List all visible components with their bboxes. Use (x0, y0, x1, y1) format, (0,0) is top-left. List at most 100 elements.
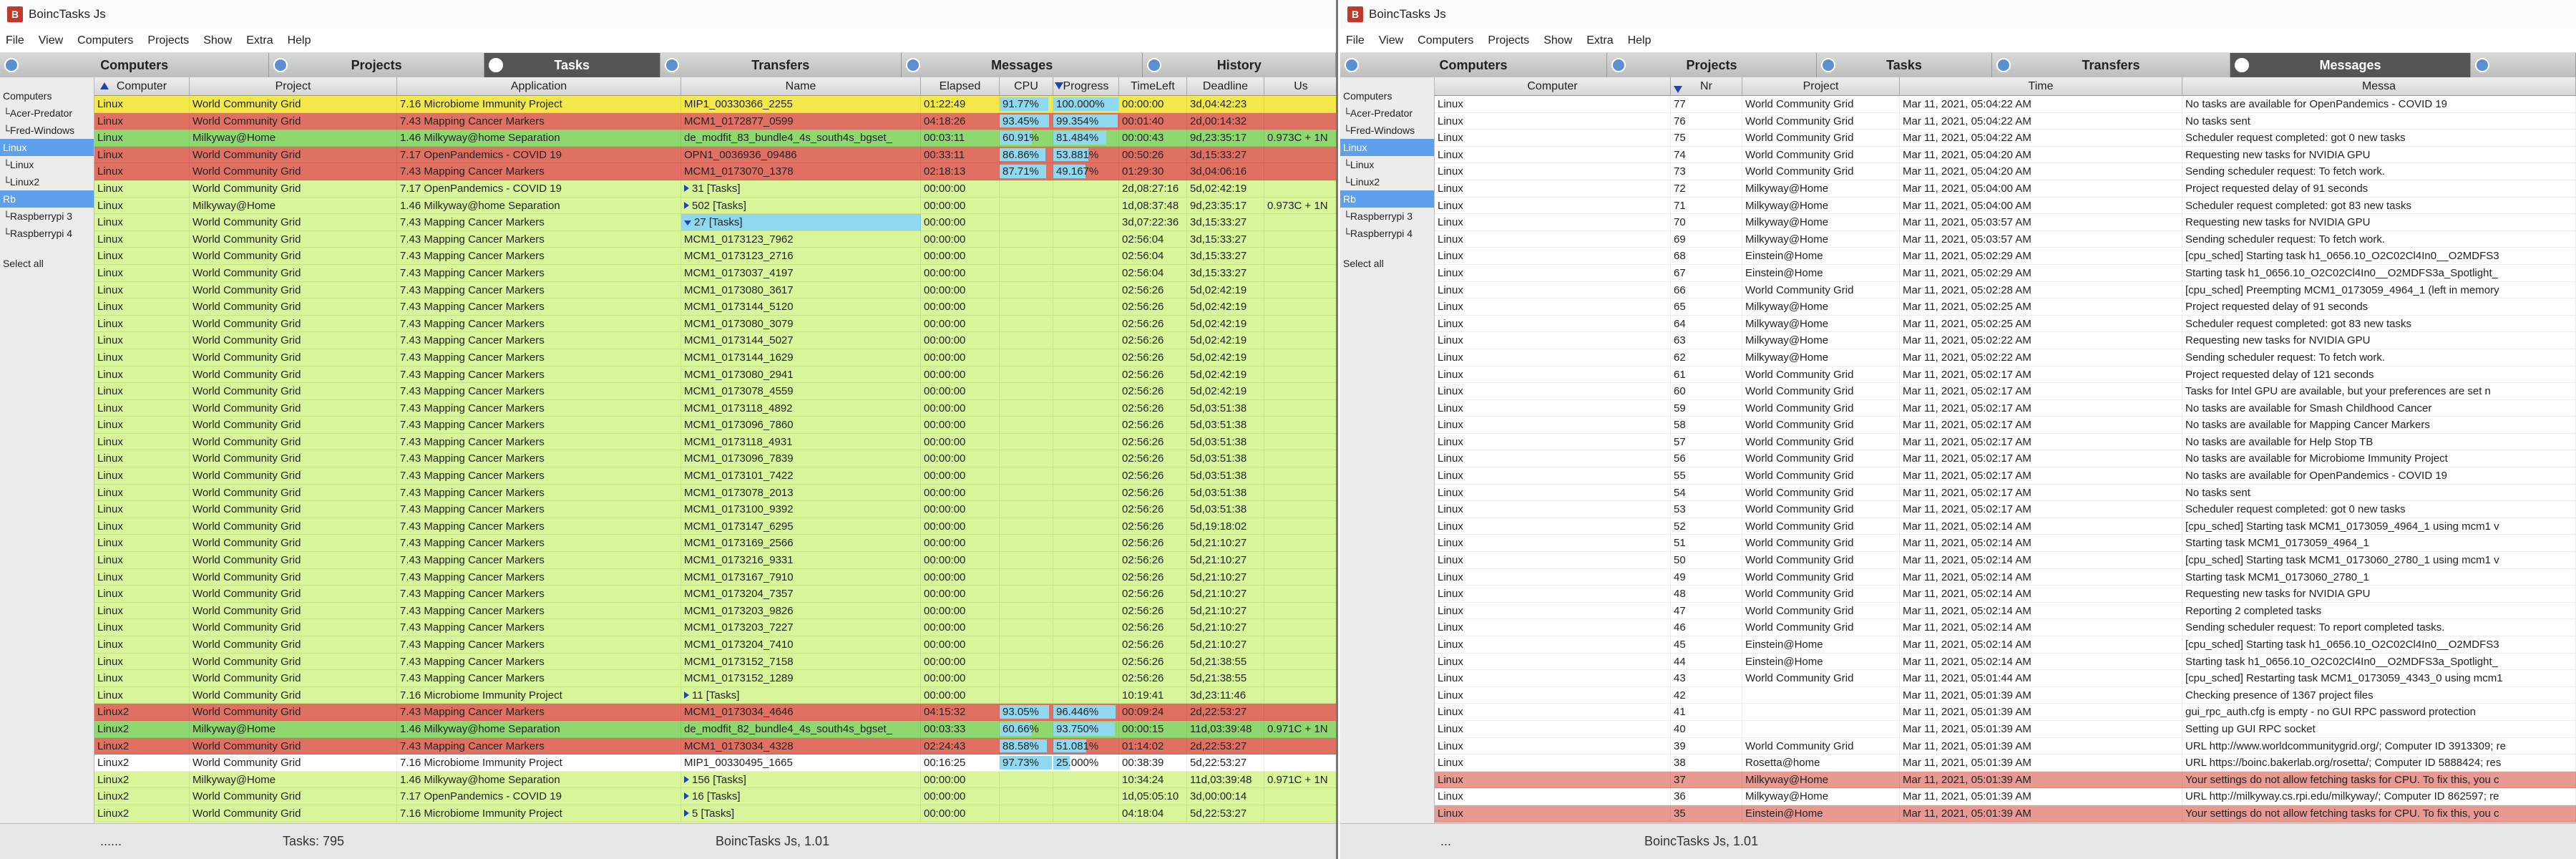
col-header-use[interactable]: Us (1264, 77, 1336, 95)
tab-history[interactable]: History (1143, 53, 1336, 77)
sidebar-item-raspberrypi-4[interactable]: └Raspberrypi 4 (0, 225, 94, 242)
message-row[interactable]: Linux 58 World Community Grid Mar 11, 2021,… (1435, 417, 2576, 434)
table-row[interactable]: Linux2 World Community Grid 7.43 Mapping C… (94, 737, 1336, 755)
table-row[interactable]: Linux World Community Grid 7.43 Mapping Ca… (94, 332, 1336, 349)
expand-icon[interactable] (684, 792, 689, 800)
expand-icon[interactable] (684, 809, 689, 817)
menu-file[interactable]: File (1346, 34, 1365, 47)
table-row[interactable]: Linux Milkyway@Home 1.46 Milkyway@home Sep… (94, 130, 1336, 147)
table-row[interactable]: Linux World Community Grid 7.43 Mapping Ca… (94, 602, 1336, 620)
table-row[interactable]: Linux World Community Grid 7.16 Microbiome… (94, 686, 1336, 704)
sidebar-item-fred-windows[interactable]: └Fred-Windows (0, 122, 94, 139)
table-row[interactable]: Linux World Community Grid 7.43 Mapping Ca… (94, 619, 1336, 636)
table-row[interactable]: Linux World Community Grid 7.43 Mapping Ca… (94, 163, 1336, 180)
message-row[interactable]: Linux 72 Milkyway@Home Mar 11, 2021, 05:04:… (1435, 180, 2576, 198)
menu-view[interactable]: View (1379, 34, 1403, 47)
table-row[interactable]: Linux World Community Grid 7.43 Mapping Ca… (94, 670, 1336, 687)
expand-icon[interactable] (684, 691, 689, 699)
tab-transfers[interactable]: Transfers (1992, 53, 2230, 77)
menu-extra[interactable]: Extra (1586, 34, 1613, 47)
sidebar-item-linux[interactable]: └Linux (1340, 156, 1434, 173)
message-row[interactable]: Linux 76 World Community Grid Mar 11, 2021,… (1435, 112, 2576, 130)
message-row[interactable]: Linux 70 Milkyway@Home Mar 11, 2021, 05:03:… (1435, 214, 2576, 231)
table-row[interactable]: Linux World Community Grid 7.43 Mapping Ca… (94, 349, 1336, 367)
message-row[interactable]: Linux 63 Milkyway@Home Mar 11, 2021, 05:02:… (1435, 332, 2576, 349)
message-row[interactable]: Linux 36 Milkyway@Home Mar 11, 2021, 05:01:… (1435, 788, 2576, 805)
select-all-button[interactable]: Select all (0, 255, 94, 272)
col-header-nr[interactable]: Nr (1671, 77, 1742, 95)
expand-icon[interactable] (684, 775, 689, 783)
message-row[interactable]: Linux 55 World Community Grid Mar 11, 2021,… (1435, 467, 2576, 485)
select-all-button[interactable]: Select all (1340, 255, 1434, 272)
message-row[interactable]: Linux 75 World Community Grid Mar 11, 2021,… (1435, 130, 2576, 147)
col-header-deadline[interactable]: Deadline (1187, 77, 1264, 95)
table-row[interactable]: Linux World Community Grid 7.43 Mapping Ca… (94, 433, 1336, 451)
table-row[interactable]: Linux World Community Grid 7.43 Mapping Ca… (94, 586, 1336, 603)
col-header-progress[interactable]: Progress (1053, 77, 1119, 95)
expand-icon[interactable] (684, 201, 689, 209)
message-row[interactable]: Linux 62 Milkyway@Home Mar 11, 2021, 05:02:… (1435, 349, 2576, 367)
tab-history[interactable] (2471, 53, 2576, 77)
menu-file[interactable]: File (6, 34, 24, 47)
table-row[interactable]: Linux Milkyway@Home 1.46 Milkyway@home Sep… (94, 197, 1336, 215)
sidebar-group-linux[interactable]: Linux (1340, 139, 1434, 156)
col-header-computer[interactable]: Computer (94, 77, 190, 95)
sidebar-item-acer-predator[interactable]: └Acer-Predator (0, 105, 94, 122)
sidebar-group-rb[interactable]: Rb (0, 190, 94, 208)
menu-projects[interactable]: Projects (1488, 34, 1529, 47)
tab-projects[interactable]: Projects (1607, 53, 1817, 77)
table-row[interactable]: Linux World Community Grid 7.17 OpenPandem… (94, 146, 1336, 164)
message-row[interactable]: Linux 57 World Community Grid Mar 11, 2021,… (1435, 433, 2576, 451)
menu-help[interactable]: Help (1628, 34, 1652, 47)
table-row[interactable]: Linux World Community Grid 7.43 Mapping Ca… (94, 568, 1336, 586)
message-row[interactable]: Linux 46 World Community Grid Mar 11, 2021,… (1435, 619, 2576, 636)
sidebar-item-linux2[interactable]: └Linux2 (0, 173, 94, 190)
table-row[interactable]: Linux World Community Grid 7.17 OpenPandem… (94, 180, 1336, 198)
table-row[interactable]: Linux2 World Community Grid 7.43 Mapping C… (94, 704, 1336, 721)
col-header-project[interactable]: Project (190, 77, 397, 95)
table-row[interactable]: Linux World Community Grid 7.43 Mapping Ca… (94, 366, 1336, 384)
message-row[interactable]: Linux 37 Milkyway@Home Mar 11, 2021, 05:01:… (1435, 771, 2576, 789)
message-row[interactable]: Linux 60 World Community Grid Mar 11, 2021,… (1435, 383, 2576, 400)
col-header-elapsed[interactable]: Elapsed (921, 77, 1000, 95)
table-row[interactable]: Linux World Community Grid 7.43 Mapping Ca… (94, 552, 1336, 569)
sidebar-group-rb[interactable]: Rb (1340, 190, 1434, 208)
sidebar-item-linux2[interactable]: └Linux2 (1340, 173, 1434, 190)
message-row[interactable]: Linux 39 World Community Grid Mar 11, 2021,… (1435, 737, 2576, 755)
tab-transfers[interactable]: Transfers (660, 53, 902, 77)
sidebar-item-fred-windows[interactable]: └Fred-Windows (1340, 122, 1434, 139)
col-header-project[interactable]: Project (1742, 77, 1900, 95)
message-row[interactable]: Linux 69 Milkyway@Home Mar 11, 2021, 05:03:… (1435, 230, 2576, 248)
message-row[interactable]: Linux 47 World Community Grid Mar 11, 2021,… (1435, 602, 2576, 620)
message-row[interactable]: Linux 40 Mar 11, 2021, 05:01:39 AM Setting … (1435, 720, 2576, 738)
table-row[interactable]: Linux2 Milkyway@Home 1.46 Milkyway@home Se… (94, 771, 1336, 789)
col-header-cpu[interactable]: CPU (1000, 77, 1053, 95)
message-row[interactable]: Linux 74 World Community Grid Mar 11, 2021,… (1435, 146, 2576, 164)
sidebar-item-linux[interactable]: └Linux (0, 156, 94, 173)
menu-view[interactable]: View (39, 34, 63, 47)
table-row[interactable]: Linux World Community Grid 7.43 Mapping Ca… (94, 467, 1336, 485)
message-row[interactable]: Linux 67 Einstein@Home Mar 11, 2021, 05:02:… (1435, 264, 2576, 282)
message-row[interactable]: Linux 68 Einstein@Home Mar 11, 2021, 05:02:… (1435, 248, 2576, 265)
message-row[interactable]: Linux 51 World Community Grid Mar 11, 2021,… (1435, 535, 2576, 553)
message-row[interactable]: Linux 53 World Community Grid Mar 11, 2021,… (1435, 501, 2576, 518)
expand-icon[interactable] (684, 220, 691, 226)
sidebar-item-raspberrypi-4[interactable]: └Raspberrypi 4 (1340, 225, 1434, 242)
sidebar-item-raspberrypi-3[interactable]: └Raspberrypi 3 (0, 208, 94, 225)
menu-show[interactable]: Show (203, 34, 232, 47)
message-row[interactable]: Linux 42 Mar 11, 2021, 05:01:39 AM Checking… (1435, 686, 2576, 704)
table-row[interactable]: Linux World Community Grid 7.43 Mapping Ca… (94, 230, 1336, 248)
tab-tasks[interactable]: Tasks (484, 53, 660, 77)
tab-computers[interactable]: Computers (1340, 53, 1607, 77)
table-row[interactable]: Linux World Community Grid 7.43 Mapping Ca… (94, 264, 1336, 282)
table-row[interactable]: Linux World Community Grid 7.43 Mapping Ca… (94, 535, 1336, 553)
message-row[interactable]: Linux 38 Rosetta@home Mar 11, 2021, 05:01:3… (1435, 754, 2576, 772)
sidebar-item-acer-predator[interactable]: └Acer-Predator (1340, 105, 1434, 122)
table-row[interactable]: Linux World Community Grid 7.43 Mapping Ca… (94, 450, 1336, 468)
table-row[interactable]: Linux World Community Grid 7.43 Mapping Ca… (94, 399, 1336, 417)
table-row[interactable]: Linux World Community Grid 7.43 Mapping Ca… (94, 315, 1336, 333)
table-row[interactable]: Linux World Community Grid 7.16 Microbiome… (94, 96, 1336, 113)
col-header-computer[interactable]: Computer (1435, 77, 1671, 95)
menu-extra[interactable]: Extra (246, 34, 273, 47)
sidebar-item-raspberrypi-3[interactable]: └Raspberrypi 3 (1340, 208, 1434, 225)
